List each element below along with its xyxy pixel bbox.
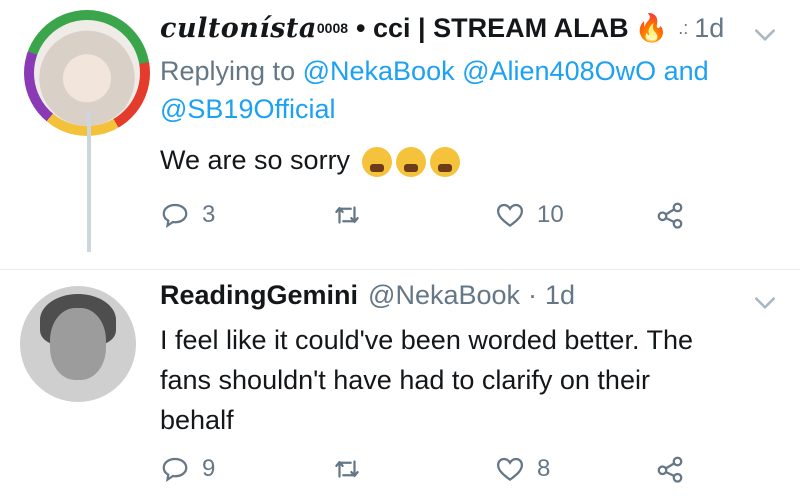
share-button[interactable] [655,454,685,484]
mention-link[interactable]: @SB19Official [160,94,336,124]
tweet-text-line: behalf [160,405,234,435]
tweet-text-content: We are so sorry [160,145,351,175]
tweet-text-line: fans shouldn't have had to clarify on th… [160,365,650,395]
thread-line [87,112,91,252]
chevron-down-icon[interactable] [752,22,778,48]
reply-icon [162,203,188,228]
display-name[interactable]: ReadingGemini [160,280,358,311]
reply-count: 9 [202,455,216,482]
share-button[interactable] [655,200,685,230]
crying-face-emoji-icon [395,146,426,177]
avatar[interactable] [20,286,136,402]
user-handle[interactable]: @NekaBook [368,280,520,311]
retweet-icon [335,460,359,478]
tweet-header: ReadingGemini @NekaBook · 1d [160,280,575,311]
tweet-item[interactable]: ReadingGemini @NekaBook · 1d I feel like… [0,270,800,502]
heart-icon [496,203,524,228]
replying-to: Replying to @NekaBook @Alien408OwO and @… [160,52,709,128]
reply-button[interactable]: 3 [160,200,215,230]
display-name-suffix: 0008 [316,20,349,36]
retweet-button[interactable] [332,200,374,230]
tweet-actions: 3 10 [160,200,800,240]
tweet-item[interactable]: cultonísta 0008 • cci | STREAM ALAB 🔥 .: … [0,0,800,270]
tweet-text: We are so sorry [160,140,460,180]
separator-dots: .: [678,17,689,38]
mention-link[interactable]: @Alien408OwO [462,56,656,86]
like-count: 8 [537,455,551,482]
crying-face-emoji-icon [429,146,460,177]
like-count: 10 [537,201,564,228]
tweet-time[interactable]: 1d [545,280,575,311]
separator-dot: · [528,280,538,310]
chevron-down-icon[interactable] [752,290,778,316]
tweet-actions: 9 8 [160,454,800,494]
avatar-image [34,20,140,126]
tweet-text: I feel like it could've been worded bett… [160,320,693,440]
replying-prefix: Replying to [160,56,296,86]
share-icon [657,456,683,483]
share-icon [657,202,683,229]
reply-button[interactable]: 9 [160,454,215,484]
avatar-face [50,308,106,380]
replying-and: and [663,56,709,86]
tweet-text-line: I feel like it could've been worded bett… [160,325,693,355]
display-name-rest[interactable]: • cci | STREAM ALAB [356,13,629,44]
reply-icon [162,457,188,482]
retweet-button[interactable] [332,454,374,484]
like-button[interactable]: 8 [495,454,550,484]
tweet-time[interactable]: 1d [694,13,724,44]
fire-emoji-icon: 🔥 [634,13,669,43]
display-name[interactable]: cultonísta [160,13,317,44]
retweet-icon [335,206,359,224]
heart-icon [496,457,524,482]
crying-face-emoji-icon [361,146,392,177]
like-button[interactable]: 10 [495,200,564,230]
mention-link[interactable]: @NekaBook [303,56,455,86]
tweet-header: cultonísta 0008 • cci | STREAM ALAB 🔥 .: … [160,12,724,44]
reply-count: 3 [202,201,216,228]
